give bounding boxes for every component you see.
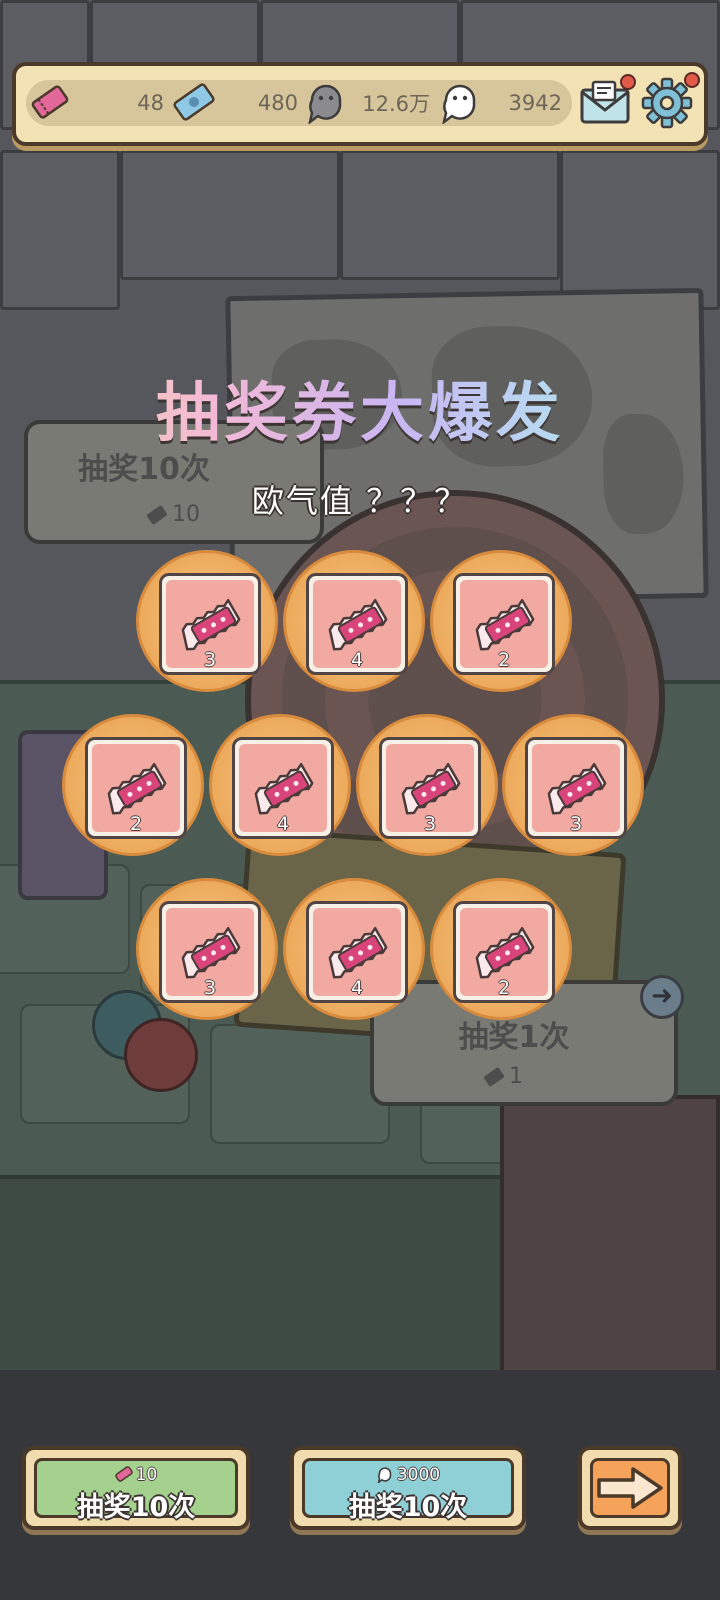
gray-ghost-count: 12.6万: [362, 92, 430, 116]
pink-ticket-icon: [31, 85, 69, 119]
red-ball: [124, 1018, 198, 1092]
reward-item: 4: [283, 550, 425, 692]
ticket-draw-ten-cost: 10: [37, 1465, 235, 1485]
blue-ticket-count: 480: [257, 91, 298, 115]
reward-item: 3: [136, 550, 278, 692]
resource-bar: 48 480 12.6万 3942: [12, 62, 708, 146]
next-button-face: [590, 1458, 670, 1518]
reward-item: 3: [356, 714, 498, 856]
reward-count: 2: [497, 977, 511, 999]
reward-count: 3: [203, 649, 217, 671]
pink-ticket-icon: [547, 762, 607, 815]
ticket-draw-ten-button[interactable]: 10 抽奖10次: [22, 1446, 250, 1530]
arrow-right-icon: [597, 1467, 663, 1509]
pink-ticket-icon: [181, 598, 241, 651]
reward-count: 4: [350, 977, 364, 999]
luck-value-label: 欧气值 ？？？: [251, 482, 469, 520]
reward-card: 4: [306, 573, 408, 675]
mail-button[interactable]: [576, 74, 636, 132]
gray-ghost-icon: [308, 84, 342, 124]
reward-item: 2: [62, 714, 204, 856]
ghost-draw-ten-label: 抽奖10次: [348, 1492, 468, 1523]
reward-item: 3: [136, 878, 278, 1020]
pink-ticket-icon: [475, 926, 535, 979]
reward-count: 4: [276, 813, 290, 835]
reward-count: 3: [423, 813, 437, 835]
reward-count: 3: [203, 977, 217, 999]
settings-button[interactable]: [638, 72, 700, 132]
pink-ticket-icon: [254, 762, 314, 815]
side-desk: [500, 1095, 720, 1375]
settings-badge: [684, 72, 700, 88]
reward-count: 2: [497, 649, 511, 671]
reward-card: 2: [85, 737, 187, 839]
reward-item: 2: [430, 550, 572, 692]
resource-gray-ghost[interactable]: 12.6万: [302, 80, 432, 126]
ticket-draw-ten-face: 10 抽奖10次: [34, 1458, 238, 1523]
reward-count: 4: [350, 649, 364, 671]
pink-ticket-icon: [114, 1466, 133, 1482]
pink-ticket-icon: [328, 926, 388, 979]
ghost-draw-ten-button[interactable]: 3000 抽奖10次: [290, 1446, 526, 1530]
resource-bar-track: 48 480 12.6万 3942: [26, 80, 572, 126]
reward-card: 3: [525, 737, 627, 839]
pink-ticket-icon: [483, 1066, 505, 1088]
pink-ticket-icon: [401, 762, 461, 815]
white-ghost-count: 3942: [508, 91, 562, 115]
resource-white-ghost[interactable]: 3942: [436, 80, 564, 126]
pink-ticket-icon: [475, 598, 535, 651]
ghost-draw-ten-cost: 3000: [305, 1465, 511, 1485]
popup-title: 抽奖券大爆发: [0, 362, 720, 454]
ticket-draw-ten-label: 抽奖10次: [76, 1492, 196, 1523]
reward-card: 2: [453, 573, 555, 675]
reward-item: 3: [502, 714, 644, 856]
reward-item: 4: [283, 878, 425, 1020]
next-button[interactable]: [578, 1446, 682, 1530]
reward-card: 2: [453, 901, 555, 1003]
pink-ticket-count: 48: [137, 91, 164, 115]
white-ghost-icon: [377, 1467, 392, 1485]
blue-ticket-icon: [173, 83, 215, 121]
reward-count: 2: [129, 813, 143, 835]
reward-card: 3: [159, 901, 261, 1003]
reward-item: 4: [209, 714, 351, 856]
reward-count: 3: [569, 813, 583, 835]
reward-card: 3: [379, 737, 481, 839]
reward-item: 2: [430, 878, 572, 1020]
resource-blue-ticket[interactable]: 480: [170, 80, 298, 126]
pink-ticket-icon: [181, 926, 241, 979]
arrow-circle-icon: ➜: [640, 975, 684, 1019]
white-ghost-icon: [442, 84, 476, 124]
reward-card: 3: [159, 573, 261, 675]
ghost-draw-ten-face: 3000 抽奖10次: [302, 1458, 514, 1523]
mail-badge: [620, 74, 636, 90]
resource-pink-ticket[interactable]: 48: [26, 80, 166, 126]
reward-card: 4: [306, 901, 408, 1003]
pink-ticket-icon: [107, 762, 167, 815]
draw-one-sign-cost: 1: [354, 1064, 654, 1089]
reward-card: 4: [232, 737, 334, 839]
pink-ticket-icon: [328, 598, 388, 651]
